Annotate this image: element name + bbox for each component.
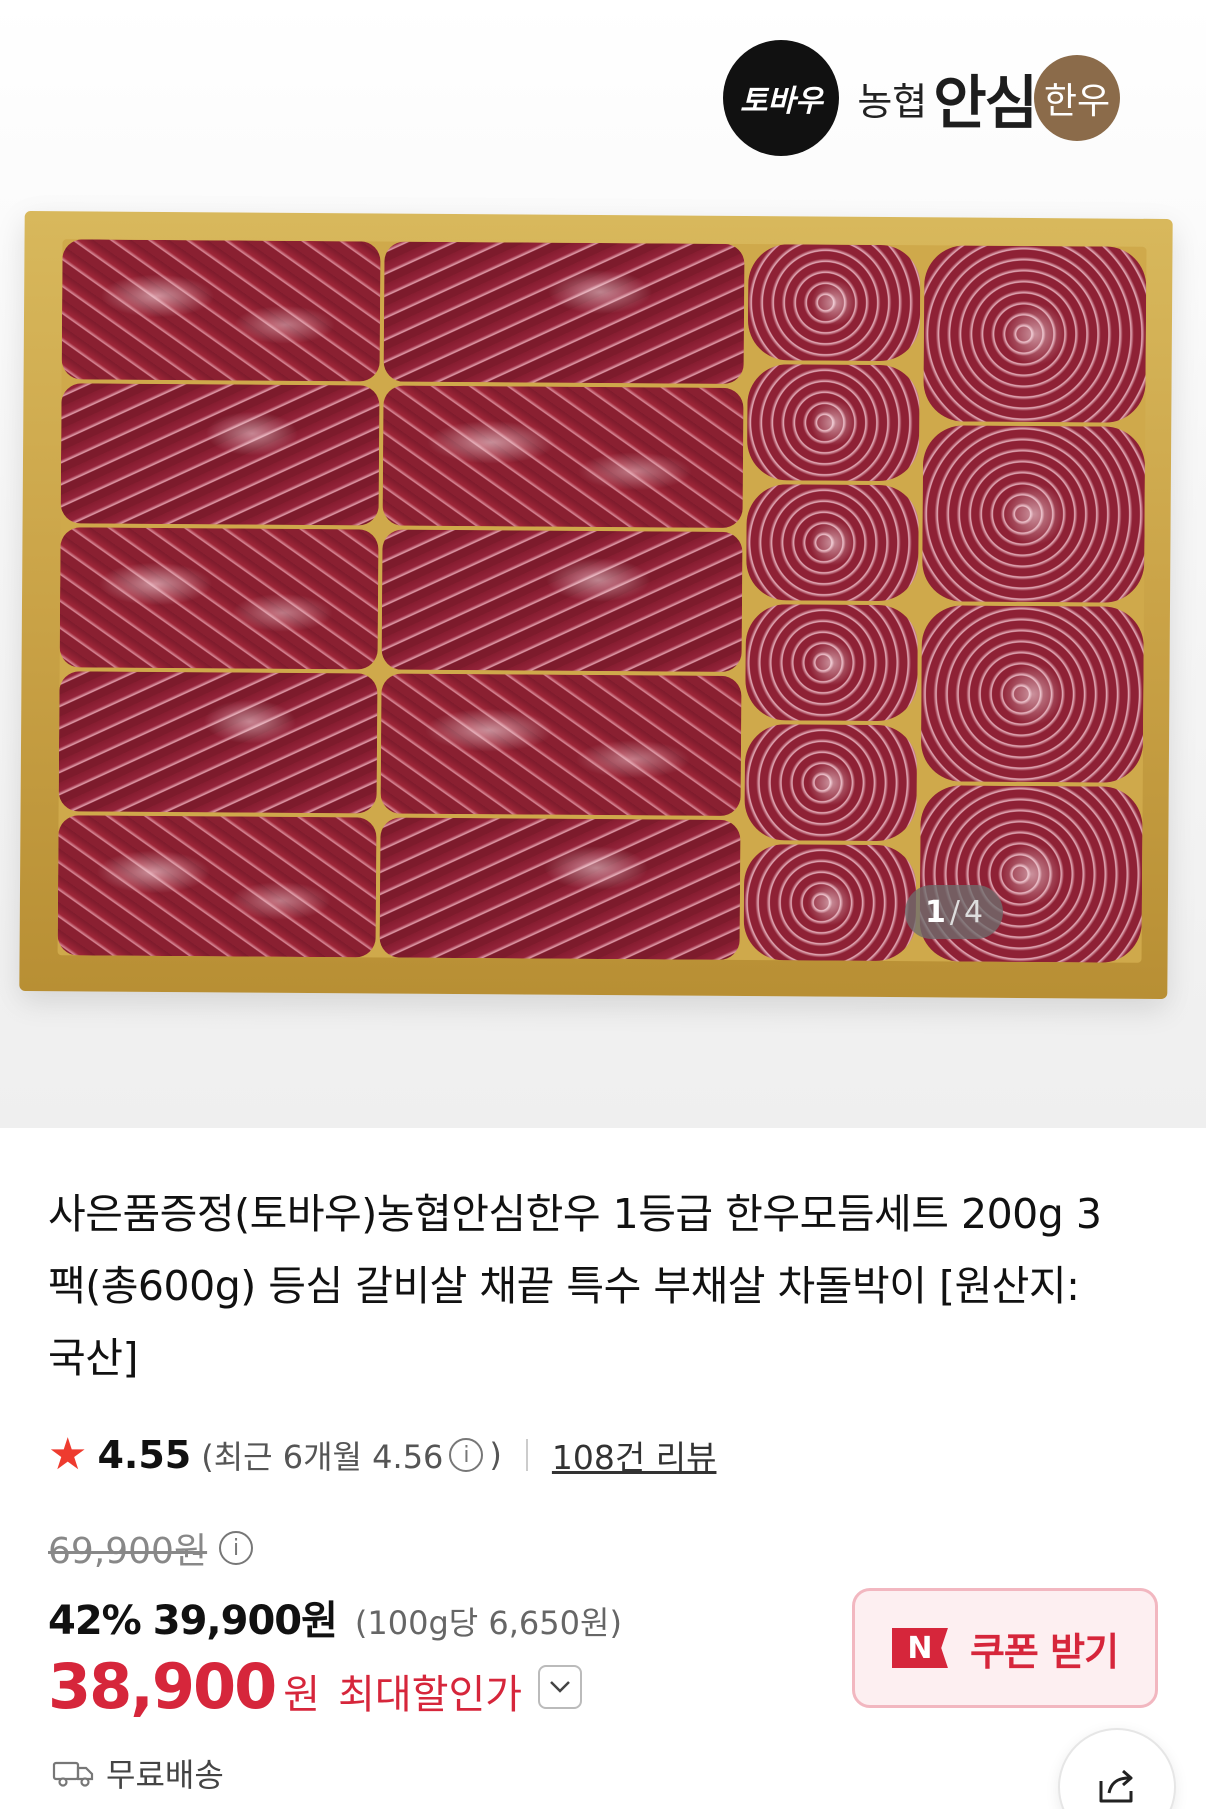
meat-slice [57,815,377,958]
shipping-label: 무료배송 [106,1756,224,1794]
discount-price: 39,900원 [152,1598,338,1644]
pager-current: 1 [924,894,946,930]
pager-separator: / [949,894,960,930]
info-icon[interactable]: i [449,1438,484,1472]
meat-slice [383,241,745,385]
meat-slice [61,239,381,382]
get-coupon-button[interactable]: N 쿠폰 받기 [852,1588,1158,1708]
nh-logo-prefix: 농협 [857,79,928,124]
meat-slice [923,245,1147,423]
share-button[interactable] [1058,1728,1176,1809]
divider [525,1439,528,1471]
rating-row: ★ 4.55 (최근 6개월 4.56 i ) 108건 리뷰 [48,1430,716,1480]
recent-rating: (최근 6개월 4.56 i ) [201,1432,502,1478]
discount-price-row: 42% 39,900원 (100g당 6,650원) [48,1588,622,1646]
meat-slice [743,844,917,962]
pager-total: 4 [963,894,984,930]
meat-slice [381,529,743,673]
share-icon [1095,1763,1139,1809]
brand-logo: 토바우 농협 안심 한우 [723,40,1120,156]
nh-logo: 농협 안심 한우 [857,55,1120,141]
unit-price: (100g당 6,650원) [354,1604,622,1642]
meat-slice [380,673,742,817]
meat-slice [746,484,919,602]
rating-value: 4.55 [97,1433,192,1477]
meat-cuts [57,239,1147,963]
meat-slice [58,671,378,814]
naver-n-icon: N [891,1628,948,1668]
info-icon[interactable]: i [219,1531,254,1565]
meat-slice [746,364,920,482]
original-price-row: 69,900원 i [48,1522,254,1574]
meat-slice [59,527,379,670]
review-count-link[interactable]: 108건 리뷰 [552,1431,717,1479]
meat-slice [744,724,918,842]
max-discount-label: 최대할인가 [338,1672,523,1718]
original-price: 69,900원 [48,1531,208,1572]
final-price: 38,900 [48,1650,277,1723]
product-image-carousel[interactable]: 토바우 농협 안심 한우 1 / 4 [0,0,1206,1128]
meat-slice [747,244,921,362]
shipping-row: 무료배송 [52,1750,224,1796]
meat-slice [922,425,1146,603]
final-price-row: 38,900 원 최대할인가 [48,1650,583,1723]
coupon-label: 쿠폰 받기 [969,1629,1119,1674]
chevron-down-icon[interactable] [538,1664,583,1709]
nh-logo-main: 안심 [933,69,1038,137]
meat-slice [920,605,1145,783]
nh-logo-hanwoo: 한우 [1034,55,1120,141]
meat-slice [379,817,741,961]
product-title: 사은품증정(토바우)농협안심한우 1등급 한우모듬세트 200g 3팩(총600… [48,1190,1102,1382]
final-price-currency: 원 [283,1672,321,1718]
meat-slice [382,385,744,529]
recent-rating-close: ) [489,1436,502,1474]
image-pager: 1 / 4 [905,885,1003,939]
discount-rate: 42% [48,1598,142,1644]
truck-icon [52,1758,94,1788]
tobau-logo-badge: 토바우 [723,40,840,156]
recent-rating-text: (최근 6개월 4.56 [201,1438,444,1476]
meat-slice [60,383,380,526]
meat-slice [745,604,919,722]
star-icon: ★ [48,1429,88,1480]
meat-tray-image [19,211,1173,999]
